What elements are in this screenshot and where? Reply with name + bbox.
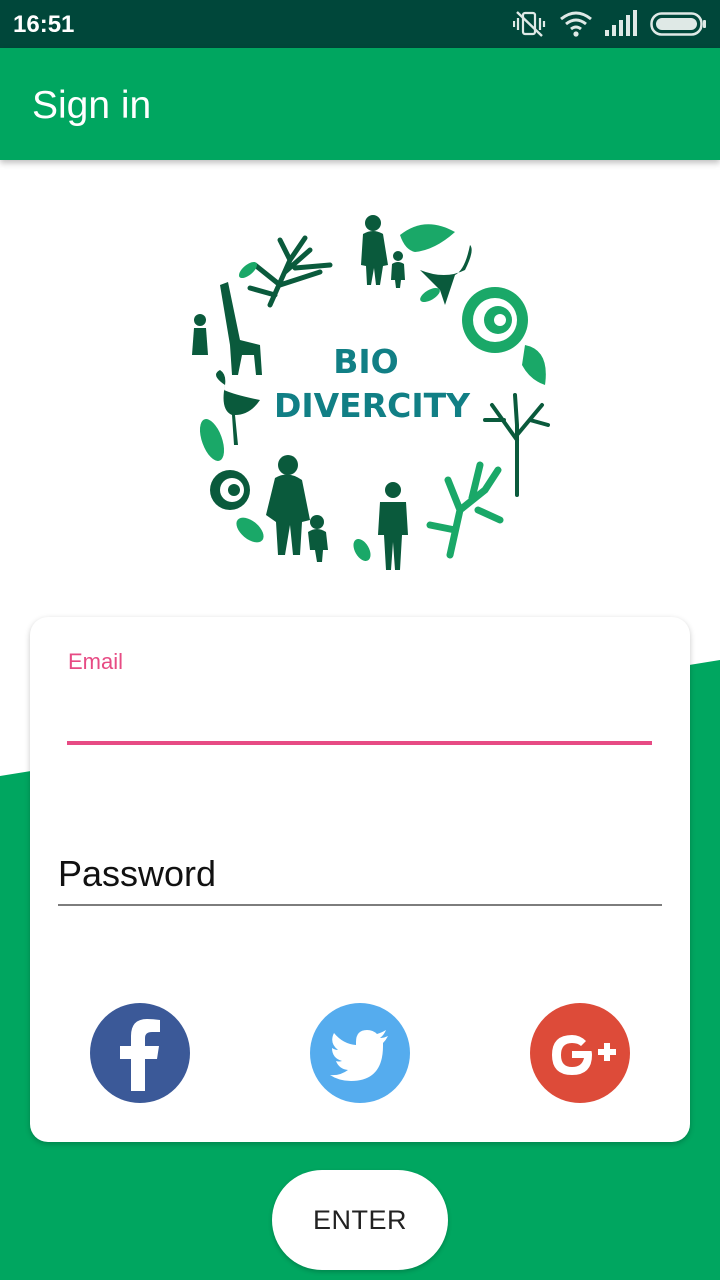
password-underline: [58, 904, 662, 906]
biodiversity-logo: BIO DIVERCITY: [180, 210, 560, 580]
password-input[interactable]: [58, 849, 662, 903]
login-card: Email Password: [30, 617, 690, 1142]
facebook-icon: [120, 1019, 160, 1091]
logo-title-line2: DIVERCITY: [273, 386, 471, 425]
enter-button[interactable]: ENTER: [272, 1170, 448, 1270]
wifi-icon: [560, 11, 592, 37]
app-bar: Sign in: [0, 48, 720, 160]
email-underline: [67, 741, 652, 745]
google-plus-button[interactable]: [530, 1003, 630, 1103]
twitter-icon: [330, 1030, 388, 1081]
email-input[interactable]: [68, 685, 652, 737]
google-plus-icon: [552, 1035, 616, 1075]
battery-icon: [650, 12, 706, 36]
facebook-button[interactable]: [90, 1003, 190, 1103]
signal-icon: [605, 10, 637, 36]
twitter-button[interactable]: [310, 1003, 410, 1103]
vibrate-off-icon: [513, 11, 546, 37]
logo-title-line1: BIO: [333, 342, 399, 381]
status-bar: 16:51: [0, 0, 720, 48]
email-label: Email: [68, 649, 124, 674]
page-title: Sign in: [32, 84, 152, 127]
status-time: 16:51: [13, 11, 75, 38]
